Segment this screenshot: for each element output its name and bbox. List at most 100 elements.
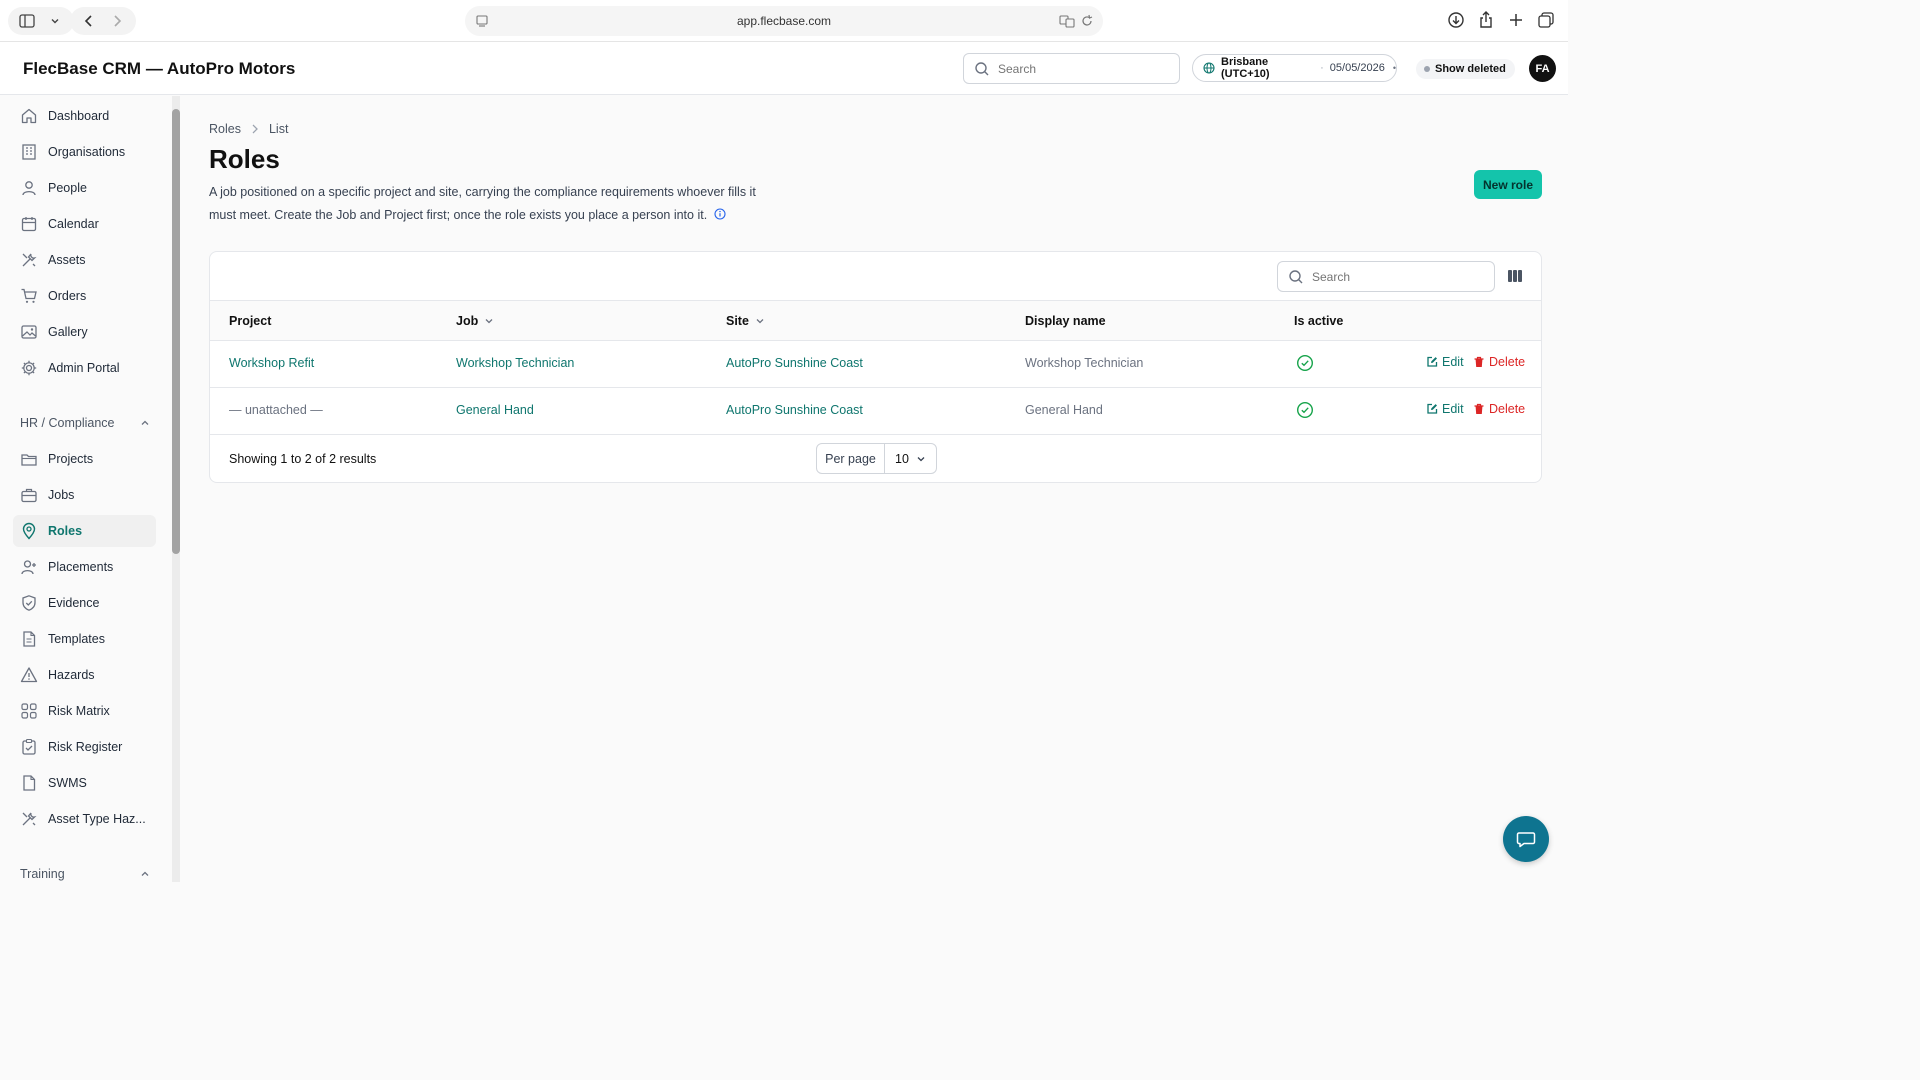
column-header-display-name[interactable]: Display name <box>1025 314 1106 328</box>
delete-button[interactable]: Delete <box>1473 355 1525 369</box>
show-deleted-toggle[interactable]: Show deleted <box>1416 59 1515 79</box>
project-cell-unattached: — unattached — <box>229 403 323 417</box>
sidebar-toggle-group[interactable] <box>8 7 74 35</box>
tab-overview-icon[interactable] <box>1536 10 1556 30</box>
download-icon[interactable] <box>1446 10 1466 30</box>
sidebar-item-orders[interactable]: Orders <box>13 280 156 312</box>
global-search[interactable] <box>963 53 1180 84</box>
reload-icon[interactable] <box>1079 10 1095 32</box>
clipboard-check-icon <box>20 738 38 756</box>
sidebar-item-label: Organisations <box>48 145 126 159</box>
page-description: A job positioned on a specific project a… <box>209 181 769 227</box>
sidebar-item-people[interactable]: People <box>13 172 156 204</box>
new-role-button[interactable]: New role <box>1474 170 1542 199</box>
delete-button[interactable]: Delete <box>1473 402 1525 416</box>
user-plus-icon <box>20 558 38 576</box>
sidebar-item-hazards[interactable]: Hazards <box>13 659 156 691</box>
sidebar-item-label: Projects <box>48 452 94 466</box>
sidebar-toggle-icon[interactable] <box>16 10 38 32</box>
table-row[interactable]: — unattached — General Hand AutoPro Suns… <box>210 388 1541 435</box>
address-bar[interactable]: app.flecbase.com <box>465 6 1103 36</box>
sidebar-item-risk-register[interactable]: Risk Register <box>13 731 156 763</box>
image-icon <box>20 323 38 341</box>
info-icon[interactable] <box>714 208 726 220</box>
table-row[interactable]: Workshop Refit Workshop Technician AutoP… <box>210 341 1541 388</box>
column-header-site[interactable]: Site <box>726 314 765 328</box>
gear-icon <box>20 359 38 377</box>
sidebar-item-asset-type-hazards[interactable]: Asset Type Haz... <box>13 803 156 835</box>
sidebar-item-roles[interactable]: Roles <box>13 515 156 547</box>
edit-button[interactable]: Edit <box>1426 402 1464 416</box>
column-label: Project <box>229 314 272 328</box>
sidebar-item-templates[interactable]: Templates <box>13 623 156 655</box>
job-link[interactable]: Workshop Technician <box>456 356 574 370</box>
sidebar-item-admin-portal[interactable]: Admin Portal <box>13 352 156 384</box>
chevron-right-icon <box>251 124 259 134</box>
breadcrumb: Roles List <box>209 122 288 136</box>
per-page-value-dropdown[interactable]: 10 <box>885 444 936 473</box>
sidebar-item-dashboard[interactable]: Dashboard <box>13 100 156 132</box>
sidebar-item-organisations[interactable]: Organisations <box>13 136 156 168</box>
caret-icon: • <box>1392 63 1396 73</box>
new-tab-icon[interactable] <box>1506 10 1526 30</box>
chevron-down-icon[interactable] <box>44 10 66 32</box>
document-icon <box>20 774 38 792</box>
per-page-label: Per page <box>817 444 885 473</box>
delete-label: Delete <box>1489 355 1526 369</box>
per-page-select[interactable]: Per page 10 <box>816 443 937 474</box>
sidebar-item-assets[interactable]: Assets <box>13 244 156 276</box>
sidebar-item-label: Assets <box>48 253 86 267</box>
sidebar-item-calendar[interactable]: Calendar <box>13 208 156 240</box>
edit-label: Edit <box>1442 355 1464 369</box>
sidebar-item-evidence[interactable]: Evidence <box>13 587 156 619</box>
section-hr-compliance[interactable]: HR / Compliance <box>20 413 150 433</box>
trash-icon <box>1473 356 1485 368</box>
edit-button[interactable]: Edit <box>1426 355 1464 369</box>
job-link[interactable]: General Hand <box>456 403 534 417</box>
globe-icon <box>1203 62 1215 74</box>
roles-table-card: Project Job Site Display name Is active … <box>209 251 1542 483</box>
sidebar-item-swms[interactable]: SWMS <box>13 767 156 799</box>
sidebar-item-projects[interactable]: Projects <box>13 443 156 475</box>
sidebar-item-label: Placements <box>48 560 114 574</box>
column-header-is-active[interactable]: Is active <box>1294 314 1343 328</box>
section-training[interactable]: Training <box>20 864 150 884</box>
chat-button[interactable] <box>1503 816 1549 862</box>
column-header-job[interactable]: Job <box>456 314 494 328</box>
timezone-selector[interactable]: Brisbane (UTC+10) · 05/05/2026 • <box>1192 54 1397 82</box>
user-icon <box>20 179 38 197</box>
translate-icon[interactable] <box>1057 10 1077 32</box>
project-link[interactable]: Workshop Refit <box>229 356 314 370</box>
grid-icon <box>20 702 38 720</box>
breadcrumb-roles[interactable]: Roles <box>209 122 241 136</box>
columns-toggle-icon[interactable] <box>1506 267 1524 285</box>
avatar[interactable]: FA <box>1529 55 1556 82</box>
tools-icon <box>20 251 38 269</box>
sidebar-item-label: Roles <box>48 524 83 538</box>
results-summary: Showing 1 to 2 of 2 results <box>229 452 377 466</box>
sidebar-item-risk-matrix[interactable]: Risk Matrix <box>13 695 156 727</box>
sidebar-item-label: Risk Register <box>48 740 123 754</box>
site-link[interactable]: AutoPro Sunshine Coast <box>726 403 863 417</box>
forward-icon[interactable] <box>106 10 128 32</box>
back-icon[interactable] <box>78 10 100 32</box>
column-label: Display name <box>1025 314 1106 328</box>
site-link[interactable]: AutoPro Sunshine Coast <box>726 356 863 370</box>
search-icon <box>1288 269 1304 285</box>
sidebar-item-jobs[interactable]: Jobs <box>13 479 156 511</box>
briefcase-icon <box>20 486 38 504</box>
sidebar-item-placements[interactable]: Placements <box>13 551 156 583</box>
chevron-up-icon <box>140 418 150 428</box>
edit-icon <box>1426 356 1438 368</box>
share-icon[interactable] <box>1476 10 1496 30</box>
global-search-input[interactable] <box>998 61 1158 76</box>
delete-label: Delete <box>1489 402 1526 416</box>
app-header: FlecBase CRM — AutoPro Motors Brisbane (… <box>0 42 1568 95</box>
sidebar-item-label: SWMS <box>48 776 87 790</box>
sidebar-scrollbar-thumb[interactable] <box>172 109 180 554</box>
table-search[interactable] <box>1277 261 1495 292</box>
column-header-project[interactable]: Project <box>229 314 271 328</box>
sidebar-item-gallery[interactable]: Gallery <box>13 316 156 348</box>
table-search-input[interactable] <box>1312 269 1482 284</box>
chevron-up-icon <box>140 869 150 879</box>
